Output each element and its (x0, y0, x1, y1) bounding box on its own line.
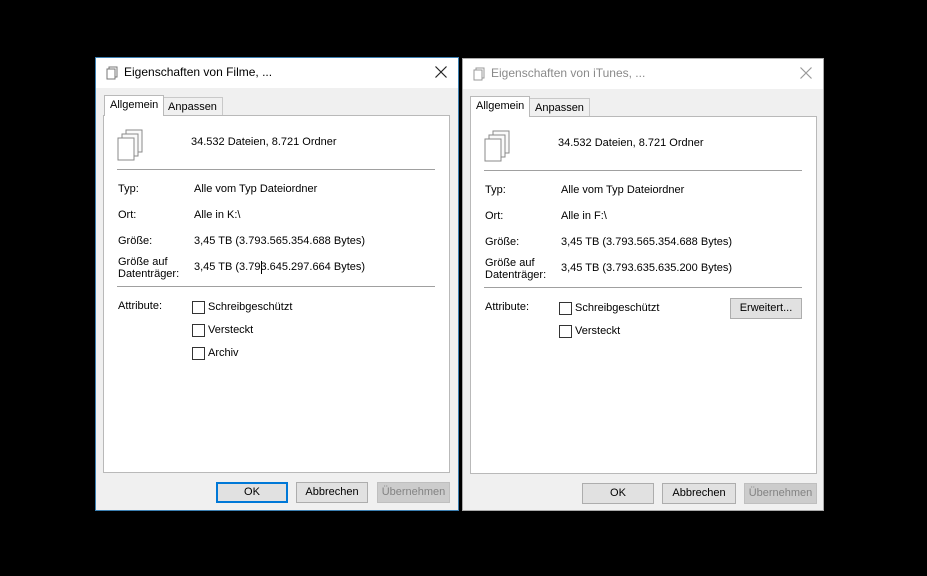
summary-text: 34.532 Dateien, 8.721 Ordner (191, 136, 337, 148)
disk-size-label-line2: Datenträger: (118, 268, 180, 280)
checkbox-label: Archiv (208, 347, 239, 359)
tab-allgemein[interactable]: Allgemein (470, 96, 531, 117)
separator (117, 169, 435, 170)
apply-button[interactable]: Übernehmen (744, 483, 817, 504)
type-value: Alle vom Typ Dateiordner (194, 183, 318, 195)
tab-anpassen[interactable]: Anpassen (529, 98, 590, 118)
attributes-label: Attribute: (485, 301, 530, 313)
title-bar[interactable]: Eigenschaften von Filme, ... (96, 58, 458, 88)
close-button[interactable] (424, 58, 458, 88)
size-value: 3,45 TB (3.793.565.354.688 Bytes) (194, 235, 366, 247)
checkbox-box[interactable] (559, 302, 572, 315)
size-value: 3,45 TB (3.793.565.354.688 Bytes) (561, 236, 733, 248)
type-value: Alle vom Typ Dateiordner (561, 184, 685, 196)
size-label: Größe: (118, 235, 153, 247)
general-tab-panel: 34.532 Dateien, 8.721 Ordner Typ: Alle v… (470, 116, 817, 474)
checkbox-label: Versteckt (575, 325, 621, 337)
checkbox-label: Schreibgeschützt (575, 302, 660, 314)
title-bar[interactable]: Eigenschaften von iTunes, ... (463, 59, 823, 89)
cancel-button[interactable]: Abbrechen (662, 483, 736, 504)
checkbox-box[interactable] (192, 301, 205, 314)
apply-button[interactable]: Übernehmen (377, 482, 450, 503)
advanced-button[interactable]: Erweitert... (730, 298, 802, 319)
separator (117, 286, 435, 287)
folder-properties-icon (472, 67, 486, 81)
multiple-files-icon (117, 129, 143, 161)
location-label: Ort: (485, 210, 504, 222)
tab-anpassen[interactable]: Anpassen (162, 97, 223, 117)
summary-text: 34.532 Dateien, 8.721 Ordner (558, 137, 704, 149)
ok-button[interactable]: OK (216, 482, 288, 503)
type-label: Typ: (485, 184, 506, 196)
hidden-checkbox[interactable]: Versteckt (192, 324, 312, 338)
checkbox-box[interactable] (559, 325, 572, 338)
attributes-label: Attribute: (118, 300, 163, 312)
disk-size-label-line2: Datenträger: (485, 269, 547, 281)
checkbox-box[interactable] (192, 347, 205, 360)
separator (484, 287, 802, 288)
close-icon (800, 67, 812, 79)
properties-dialog-filme: Eigenschaften von Filme, ... Allgemein A… (95, 57, 459, 511)
archive-checkbox[interactable]: Archiv (192, 347, 312, 361)
tab-allgemein[interactable]: Allgemein (104, 95, 165, 116)
multiple-files-icon (484, 130, 510, 162)
ok-button[interactable]: OK (582, 483, 654, 504)
location-value: Alle in K:\ (194, 209, 241, 221)
text-cursor (261, 261, 262, 274)
properties-dialog-itunes: Eigenschaften von iTunes, ... Allgemein … (462, 58, 824, 511)
checkbox-box[interactable] (192, 324, 205, 337)
disk-size-value: 3,45 TB (3.793.635.635.200 Bytes) (561, 262, 733, 274)
cancel-button[interactable]: Abbrechen (296, 482, 368, 503)
general-tab-panel: 34.532 Dateien, 8.721 Ordner Typ: Alle v… (103, 115, 450, 473)
readonly-checkbox[interactable]: Schreibgeschützt (192, 301, 312, 315)
readonly-checkbox[interactable]: Schreibgeschützt (559, 302, 679, 316)
close-icon (435, 66, 447, 78)
folder-properties-icon (105, 66, 119, 80)
checkbox-label: Schreibgeschützt (208, 301, 293, 313)
dialog-title: Eigenschaften von Filme, ... (124, 65, 273, 79)
dialog-title: Eigenschaften von iTunes, ... (491, 66, 646, 80)
separator (484, 170, 802, 171)
close-button[interactable] (789, 59, 823, 89)
checkbox-label: Versteckt (208, 324, 254, 336)
type-label: Typ: (118, 183, 139, 195)
hidden-checkbox[interactable]: Versteckt (559, 325, 679, 339)
disk-size-value: 3,45 TB (3.793.645.297.664 Bytes) (194, 261, 366, 273)
size-label: Größe: (485, 236, 520, 248)
location-label: Ort: (118, 209, 137, 221)
location-value: Alle in F:\ (561, 210, 607, 222)
